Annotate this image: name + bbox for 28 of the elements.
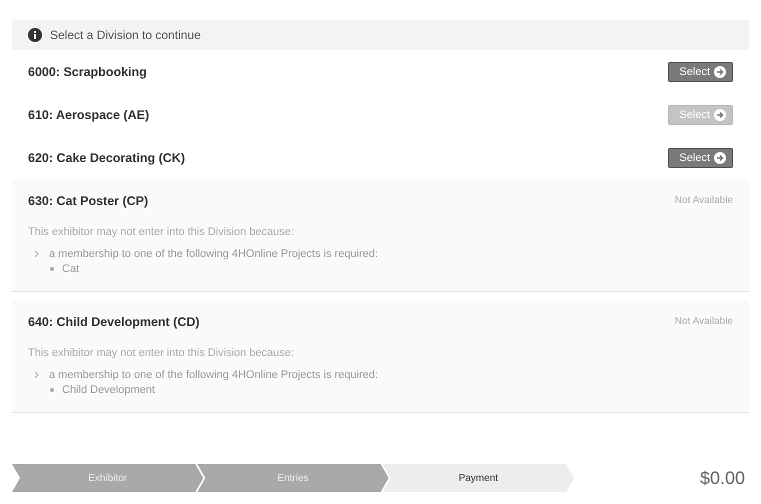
arrow-icon xyxy=(714,152,726,164)
info-icon xyxy=(28,28,42,42)
division-name: 610: Aerospace (AE) xyxy=(28,108,150,122)
bullet-icon xyxy=(50,267,54,271)
header-message: Select a Division to continue xyxy=(50,28,201,42)
total-amount: $0.00 xyxy=(700,468,745,488)
chevron-icon xyxy=(34,250,39,258)
division-name: 620: Cake Decorating (CK) xyxy=(28,150,185,164)
status-label: Not Available xyxy=(674,316,733,327)
arrow-icon xyxy=(714,108,726,120)
status-label: Not Available xyxy=(674,195,733,206)
division-name: 6000: Scrapbooking xyxy=(28,64,147,78)
arrow-icon xyxy=(714,66,726,78)
chevron-icon xyxy=(34,371,39,379)
requirement-text: a membership to one of the following 4HOnline Projects is required: xyxy=(49,248,378,260)
progress-step: Entries xyxy=(197,464,389,492)
division-name: 630: Cat Poster (CP) xyxy=(28,194,148,208)
project-name: Child Development xyxy=(62,384,155,396)
reason-text: This exhibitor may not enter into this Division because: xyxy=(27,225,295,240)
reason-text: This exhibitor may not enter into this Division because: xyxy=(27,346,295,361)
select-button[interactable]: Select xyxy=(668,62,733,82)
division-name: 640: Child Development (CD) xyxy=(28,314,200,328)
select-button[interactable]: Select xyxy=(668,148,733,168)
progress-step: Payment xyxy=(382,464,574,492)
bullet-icon xyxy=(50,388,54,392)
progress-step: Exhibitor xyxy=(12,464,204,492)
requirement-text: a membership to one of the following 4HOnline Projects is required: xyxy=(49,369,378,381)
project-name: Cat xyxy=(62,263,80,275)
